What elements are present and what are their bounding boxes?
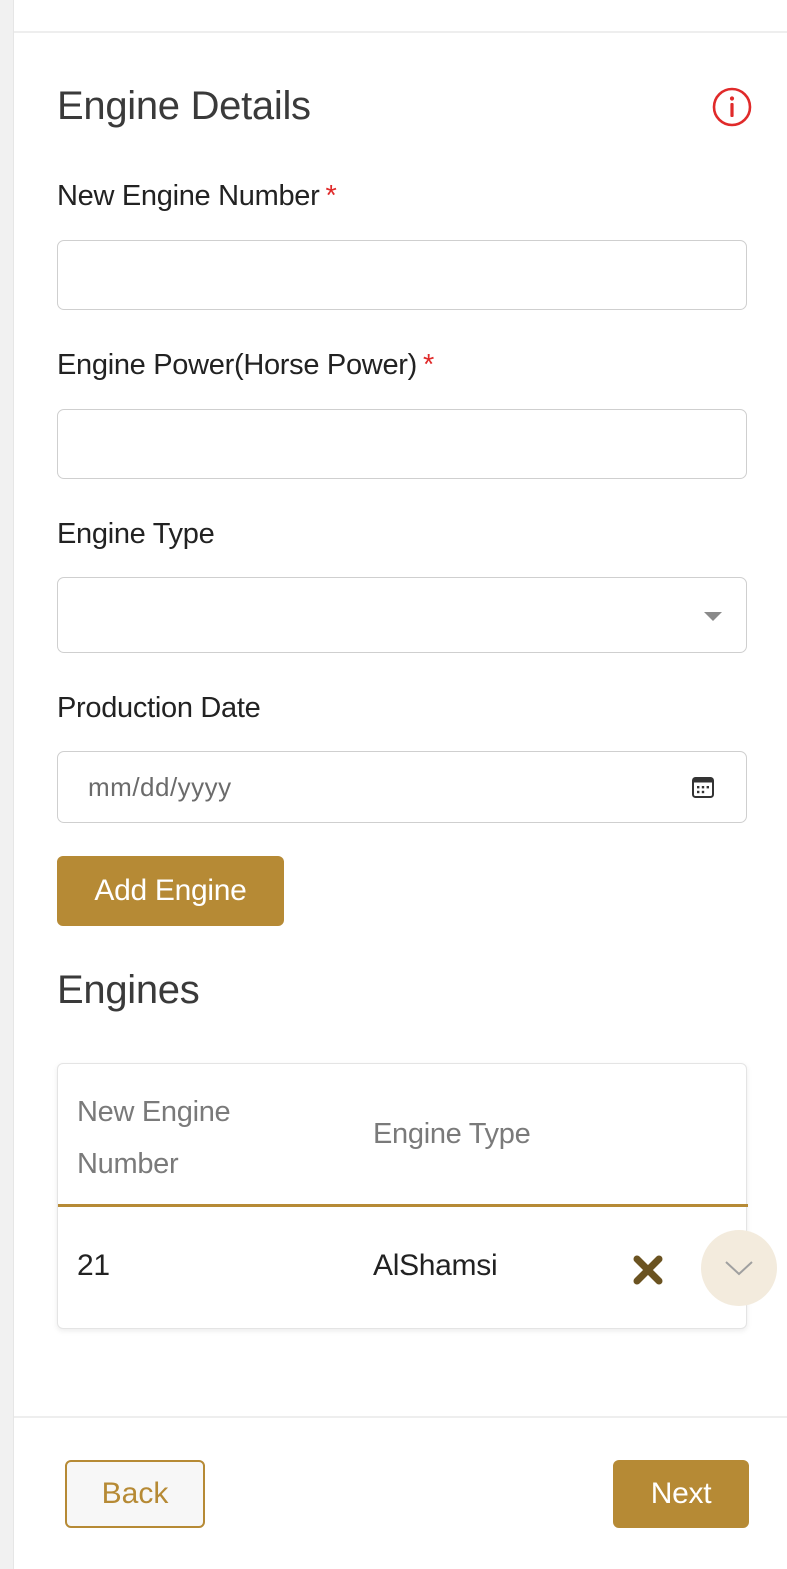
cell-engine-type: AlShamsi [373, 1249, 498, 1282]
section-title-engine-details: Engine Details [57, 84, 311, 128]
page: Engine Details New Engine Number * Engine… [0, 0, 787, 1569]
production-date-label: Production Date [57, 692, 261, 725]
engine-number-label: New Engine Number * [57, 180, 337, 213]
required-asterisk: * [325, 180, 337, 212]
add-engine-button[interactable]: Add Engine [57, 856, 284, 926]
bottom-divider [14, 1416, 787, 1418]
expand-row-button[interactable] [701, 1230, 777, 1306]
column-header-engine-type: Engine Type [373, 1118, 531, 1150]
back-button[interactable]: Back [65, 1460, 205, 1528]
delete-x-icon[interactable] [631, 1253, 665, 1287]
info-circle-icon[interactable] [711, 86, 753, 128]
next-button[interactable]: Next [613, 1460, 749, 1528]
engine-power-label: Engine Power(Horse Power) * [57, 349, 434, 382]
cell-engine-number: 21 [77, 1249, 110, 1282]
left-edge [0, 0, 14, 1569]
production-date-input[interactable]: mm/dd/yyyy [57, 751, 747, 823]
engines-table: New Engine Number Engine Type 21 AlShams… [57, 1063, 777, 1329]
required-asterisk: * [423, 349, 434, 381]
engine-power-label-text: Engine Power(Horse Power) [57, 349, 417, 381]
engine-type-select[interactable] [57, 577, 747, 653]
production-date-label-text: Production Date [57, 692, 261, 724]
chevron-down-icon [725, 1261, 753, 1276]
top-divider [14, 31, 787, 33]
engine-type-label: Engine Type [57, 518, 215, 551]
calendar-icon[interactable] [690, 774, 716, 800]
header-divider [58, 1204, 748, 1207]
section-title-engines: Engines [57, 968, 200, 1012]
date-placeholder: mm/dd/yyyy [88, 772, 232, 802]
engine-type-label-text: Engine Type [57, 518, 215, 550]
column-header-engine-number: New Engine Number [77, 1096, 231, 1180]
engine-number-input[interactable] [57, 240, 747, 310]
engine-power-input[interactable] [57, 409, 747, 479]
engine-number-label-text: New Engine Number [57, 180, 320, 212]
caret-down-icon [704, 612, 722, 621]
